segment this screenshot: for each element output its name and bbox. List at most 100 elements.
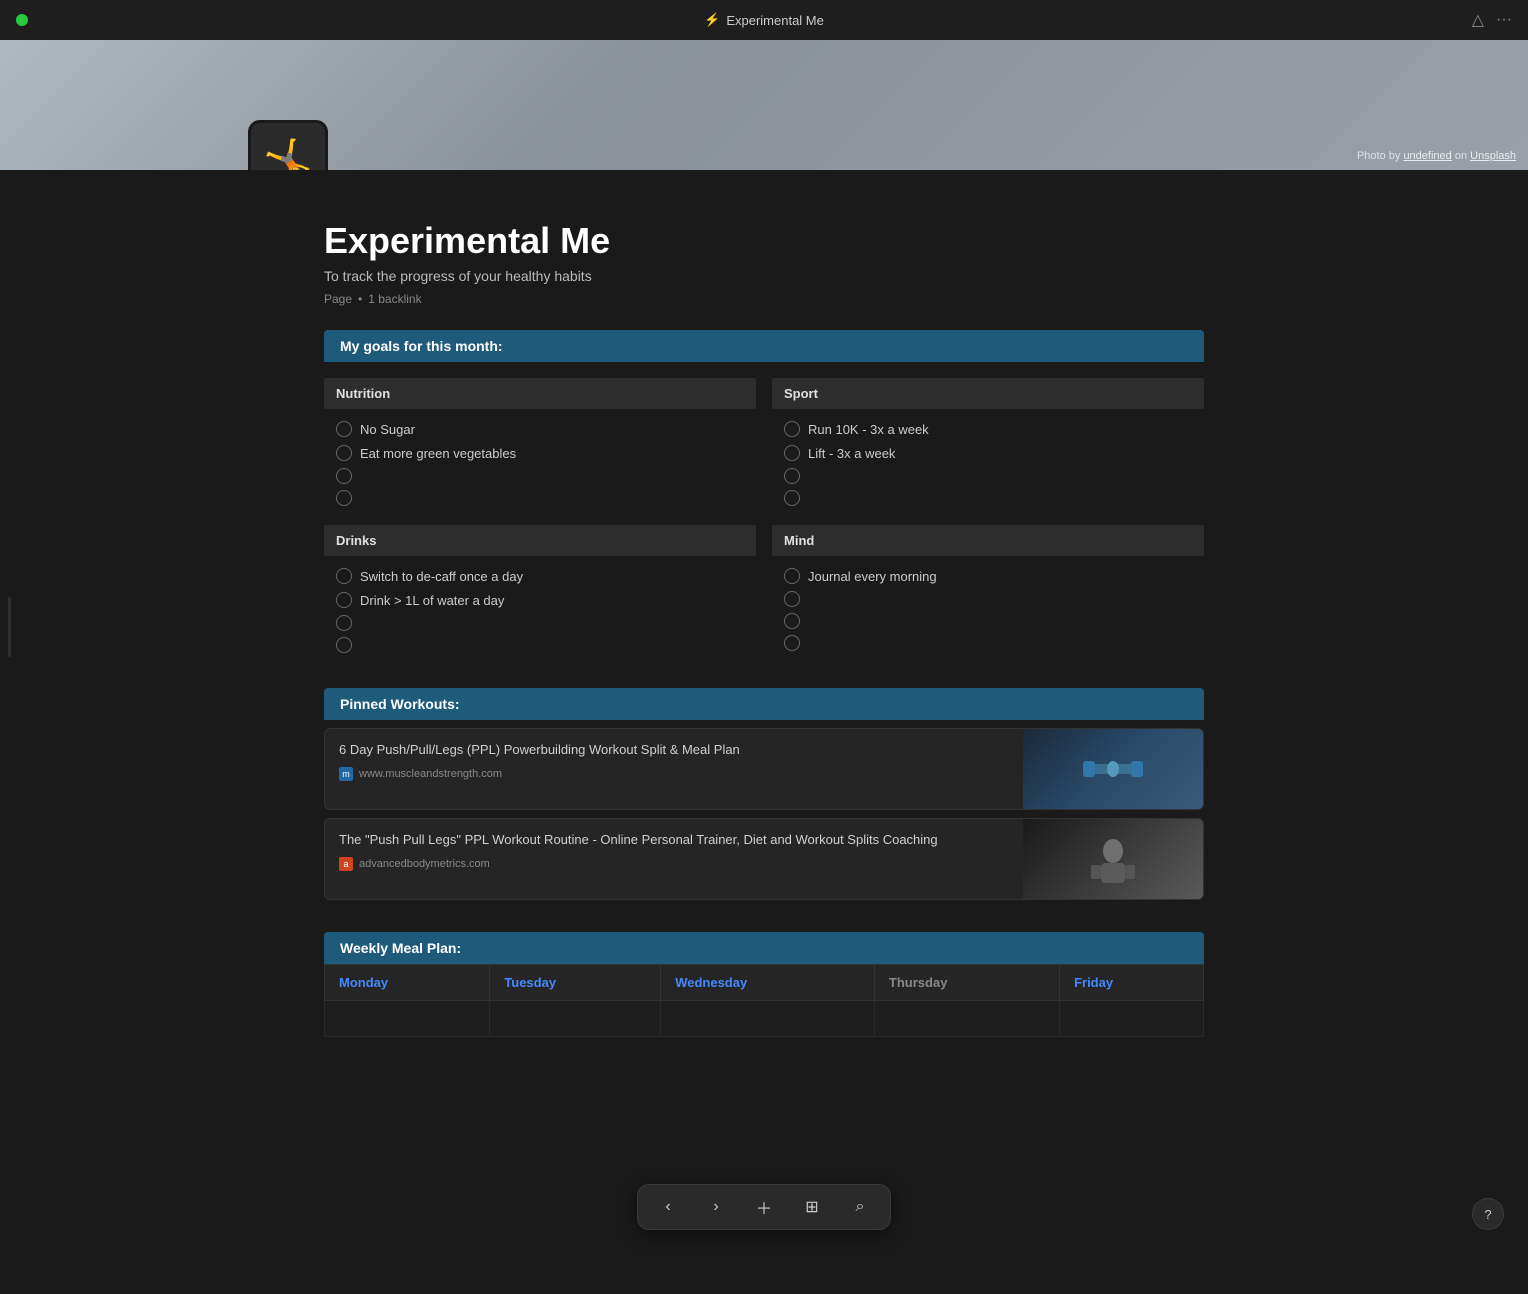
- cell-fri-1[interactable]: [1060, 1001, 1204, 1037]
- radio-empty-6[interactable]: [336, 637, 352, 653]
- titlebar-title-area: ⚡ Experimental Me: [704, 12, 824, 28]
- table-header-row: Monday Tuesday Wednesday Thursday Friday: [325, 965, 1204, 1001]
- page-backlinks[interactable]: 1 backlink: [368, 292, 421, 306]
- page-body: Experimental Me To track the progress of…: [284, 220, 1244, 1037]
- cell-tue-1[interactable]: [490, 1001, 661, 1037]
- favicon-2: a: [339, 857, 353, 871]
- col-friday: Friday: [1060, 965, 1204, 1001]
- main-content: 🤸 Photo by undefined on Unsplash Experim…: [0, 40, 1528, 1117]
- favicon-1: m: [339, 767, 353, 781]
- goal-item-empty: [324, 634, 756, 656]
- page-title-section: Experimental Me To track the progress of…: [324, 220, 1204, 306]
- col-thursday: Thursday: [874, 965, 1059, 1001]
- titlebar-controls: [16, 14, 28, 26]
- goal-item-empty: [772, 465, 1204, 487]
- mind-header: Mind: [772, 525, 1204, 556]
- goal-item: Eat more green vegetables: [324, 441, 756, 465]
- goal-item: Switch to de-caff once a day: [324, 564, 756, 588]
- goal-card-mind: Mind Journal every morning: [772, 525, 1204, 656]
- page-icon[interactable]: 🤸: [248, 120, 328, 170]
- goals-section: My goals for this month: Nutrition No Su…: [324, 330, 1204, 656]
- page-icon-small: ⚡: [704, 12, 720, 28]
- workout-thumbnail-2: [1023, 819, 1203, 899]
- goal-item-empty: [324, 465, 756, 487]
- goal-item-empty: [324, 612, 756, 634]
- back-button[interactable]: ‹: [654, 1193, 682, 1221]
- radio-empty-7[interactable]: [784, 591, 800, 607]
- col-tuesday: Tuesday: [490, 965, 661, 1001]
- help-button[interactable]: ?: [1472, 1198, 1504, 1230]
- radio-empty-5[interactable]: [336, 615, 352, 631]
- pinned-section: Pinned Workouts: 6 Day Push/Pull/Legs (P…: [324, 688, 1204, 900]
- titlebar: ⚡ Experimental Me △ ···: [0, 0, 1528, 40]
- goal-item-empty: [772, 632, 1204, 654]
- notification-icon[interactable]: △: [1472, 10, 1484, 30]
- workout-card-1[interactable]: 6 Day Push/Pull/Legs (PPL) Powerbuilding…: [324, 728, 1204, 810]
- radio-empty-9[interactable]: [784, 635, 800, 651]
- photo-credit: Photo by undefined on Unsplash: [1357, 150, 1516, 162]
- titlebar-actions: △ ···: [1472, 10, 1512, 30]
- goal-card-sport: Sport Run 10K - 3x a week Lift - 3x a we…: [772, 378, 1204, 509]
- radio-empty-3[interactable]: [784, 468, 800, 484]
- goal-item: Drink > 1L of water a day: [324, 588, 756, 612]
- more-options-icon[interactable]: ···: [1496, 11, 1512, 29]
- workout-title-1: 6 Day Push/Pull/Legs (PPL) Powerbuilding…: [339, 741, 1009, 759]
- radio-empty-1[interactable]: [336, 468, 352, 484]
- goal-item-empty: [772, 487, 1204, 509]
- workout-card-2[interactable]: The "Push Pull Legs" PPL Workout Routine…: [324, 818, 1204, 900]
- radio-empty-4[interactable]: [784, 490, 800, 506]
- add-button[interactable]: ＋: [750, 1193, 778, 1221]
- cell-thu-1[interactable]: [874, 1001, 1059, 1037]
- goal-card-drinks: Drinks Switch to de-caff once a day Drin…: [324, 525, 756, 656]
- goal-item: No Sugar: [324, 417, 756, 441]
- sport-header: Sport: [772, 378, 1204, 409]
- goal-item: Lift - 3x a week: [772, 441, 1204, 465]
- cell-wed-1[interactable]: [661, 1001, 875, 1037]
- forward-button[interactable]: ›: [702, 1193, 730, 1221]
- nutrition-header: Nutrition: [324, 378, 756, 409]
- radio-greens[interactable]: [336, 445, 352, 461]
- page-banner: 🤸 Photo by undefined on Unsplash: [0, 40, 1528, 170]
- goal-item-empty: [324, 487, 756, 509]
- workout-thumbnail-1: [1023, 729, 1203, 809]
- goal-item-empty: [772, 610, 1204, 632]
- radio-water[interactable]: [336, 592, 352, 608]
- meal-header: Weekly Meal Plan:: [324, 932, 1204, 964]
- radio-run[interactable]: [784, 421, 800, 437]
- page-meta-dot: •: [358, 292, 362, 306]
- col-monday: Monday: [325, 965, 490, 1001]
- photo-credit-platform[interactable]: Unsplash: [1470, 150, 1516, 162]
- radio-empty-8[interactable]: [784, 613, 800, 629]
- goal-item-empty: [772, 588, 1204, 610]
- goal-item: Journal every morning: [772, 564, 1204, 588]
- goals-grid: Nutrition No Sugar Eat more green vegeta…: [324, 378, 1204, 656]
- page-type: Page: [324, 292, 352, 306]
- sidebar-scroll-handle: [8, 597, 11, 657]
- radio-no-sugar[interactable]: [336, 421, 352, 437]
- meal-section: Weekly Meal Plan: Monday Tuesday Wednesd…: [324, 932, 1204, 1037]
- search-button[interactable]: ⌕: [846, 1193, 874, 1221]
- workout-content-1: 6 Day Push/Pull/Legs (PPL) Powerbuilding…: [325, 729, 1023, 809]
- radio-journal[interactable]: [784, 568, 800, 584]
- titlebar-title: Experimental Me: [726, 13, 824, 28]
- meal-table: Monday Tuesday Wednesday Thursday Friday: [324, 964, 1204, 1037]
- radio-empty-2[interactable]: [336, 490, 352, 506]
- workout-content-2: The "Push Pull Legs" PPL Workout Routine…: [325, 819, 1023, 899]
- drinks-header: Drinks: [324, 525, 756, 556]
- bottom-toolbar: ‹ › ＋ ⊞ ⌕: [637, 1184, 891, 1230]
- page-subtitle: To track the progress of your healthy ha…: [324, 268, 1204, 284]
- page-meta: Page • 1 backlink: [324, 292, 1204, 306]
- radio-lift[interactable]: [784, 445, 800, 461]
- table-row: [325, 1001, 1204, 1037]
- cell-mon-1[interactable]: [325, 1001, 490, 1037]
- radio-decaff[interactable]: [336, 568, 352, 584]
- goal-card-nutrition: Nutrition No Sugar Eat more green vegeta…: [324, 378, 756, 509]
- traffic-light-green[interactable]: [16, 14, 28, 26]
- page-title: Experimental Me: [324, 220, 1204, 262]
- workout-title-2: The "Push Pull Legs" PPL Workout Routine…: [339, 831, 1009, 849]
- col-wednesday: Wednesday: [661, 965, 875, 1001]
- workout-domain-1: m www.muscleandstrength.com: [339, 767, 1009, 781]
- photo-credit-author[interactable]: undefined: [1403, 150, 1451, 162]
- workout-domain-2: a advancedbodymetrics.com: [339, 857, 1009, 871]
- grid-button[interactable]: ⊞: [798, 1193, 826, 1221]
